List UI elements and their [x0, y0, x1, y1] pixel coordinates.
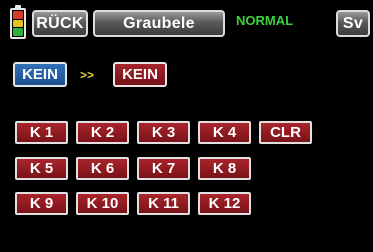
model-name-label: Graubele: [123, 14, 195, 32]
arrow-separator: >>: [80, 68, 95, 82]
back-button-label: RÜCK: [36, 14, 84, 32]
channel-label: K 12: [208, 195, 241, 212]
channel-label: K 6: [90, 160, 115, 177]
channel-button-k4[interactable]: K 4: [198, 121, 251, 144]
sv-button[interactable]: Sv: [336, 10, 370, 37]
channel-button-k7[interactable]: K 7: [137, 157, 190, 180]
target-select-button[interactable]: KEIN: [113, 62, 167, 87]
source-select-button[interactable]: KEIN: [13, 62, 67, 87]
channel-label: K 10: [86, 195, 119, 212]
flight-mode-label: NORMAL: [236, 13, 294, 28]
battery-icon: [10, 5, 26, 39]
sv-button-label: Sv: [342, 14, 364, 32]
battery-segment-yellow: [13, 19, 23, 28]
channel-label: K 2: [90, 124, 115, 141]
battery-segment-green: [13, 28, 23, 37]
channel-label: K 3: [151, 124, 176, 141]
channel-label: K 7: [151, 160, 176, 177]
clear-button-label: CLR: [270, 124, 301, 141]
back-button[interactable]: RÜCK: [32, 10, 88, 37]
channel-label: K 4: [212, 124, 237, 141]
channel-label: K 1: [29, 124, 54, 141]
source-select-label: KEIN: [22, 66, 58, 83]
clear-button[interactable]: CLR: [259, 121, 312, 144]
channel-label: K 9: [29, 195, 54, 212]
channel-button-k5[interactable]: K 5: [15, 157, 68, 180]
battery-segment-red: [13, 11, 23, 19]
channel-label: K 8: [212, 160, 237, 177]
channel-button-k9[interactable]: K 9: [15, 192, 68, 215]
channel-label: K 11: [148, 195, 179, 212]
channel-button-k2[interactable]: K 2: [76, 121, 129, 144]
channel-button-k12[interactable]: K 12: [198, 192, 251, 215]
model-name-button[interactable]: Graubele: [93, 10, 225, 37]
target-select-label: KEIN: [122, 66, 158, 83]
channel-button-k10[interactable]: K 10: [76, 192, 129, 215]
channel-button-k1[interactable]: K 1: [15, 121, 68, 144]
channel-button-k11[interactable]: K 11: [137, 192, 190, 215]
channel-button-k6[interactable]: K 6: [76, 157, 129, 180]
channel-button-k3[interactable]: K 3: [137, 121, 190, 144]
channel-button-k8[interactable]: K 8: [198, 157, 251, 180]
channel-label: K 5: [29, 160, 54, 177]
